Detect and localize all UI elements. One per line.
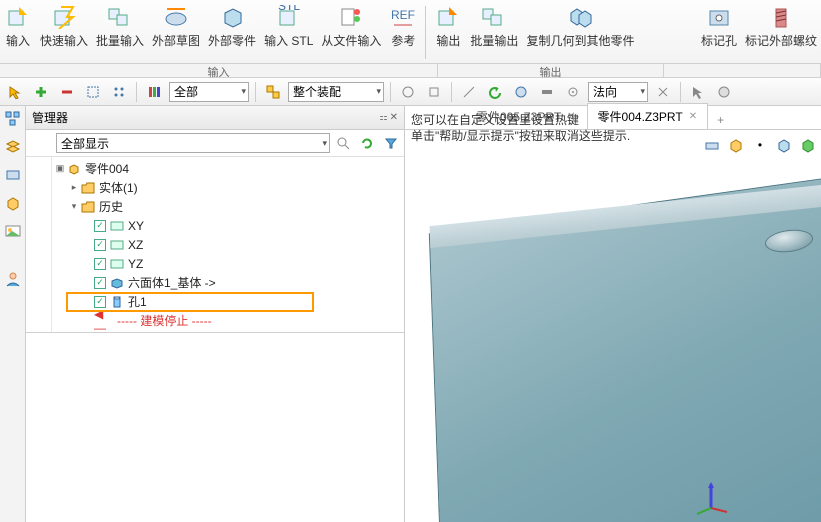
ribbon-groups: 输入 输出 xyxy=(0,64,821,78)
funnel-icon[interactable] xyxy=(380,132,402,154)
expand-icon[interactable]: ▸ xyxy=(68,182,80,193)
tool-d-icon[interactable] xyxy=(510,81,532,103)
vtab-tree-icon[interactable] xyxy=(2,108,24,130)
ribbon: 输入 快速输入 批量输入 外部草图 外部零件 STL输入 STL 从文件输入 R… xyxy=(0,0,821,64)
vtab-box-icon[interactable] xyxy=(2,192,24,214)
part-icon xyxy=(66,161,82,177)
tool-b-icon[interactable] xyxy=(423,81,445,103)
ribbon-import-batch[interactable]: 批量输入 xyxy=(92,2,148,63)
view-tool-b-icon[interactable] xyxy=(727,136,745,154)
manager-close-icon[interactable]: ✕ xyxy=(390,112,398,123)
tree-feature-box[interactable]: ✓ 六面体1_基体 -> xyxy=(52,273,404,292)
direction-dropdown[interactable]: 法向 xyxy=(588,82,648,102)
ribbon-ext-sketch[interactable]: 外部草图 xyxy=(148,2,204,63)
ribbon-import-stl[interactable]: STL输入 STL xyxy=(260,2,317,63)
ribbon-group-output: 输出 xyxy=(438,64,664,77)
hint-text: 您可以在自定义设置里设置热键 单击"帮助/显示提示"按钮来取消这些提示. xyxy=(411,112,630,144)
plane-icon xyxy=(109,256,125,272)
filter-dropdown[interactable]: 全部显示 xyxy=(56,133,330,153)
vtab-view-icon[interactable] xyxy=(2,164,24,186)
remove-icon[interactable] xyxy=(56,81,78,103)
ribbon-import-file[interactable]: 从文件输入 xyxy=(317,2,385,63)
assembly-icon[interactable] xyxy=(262,81,284,103)
vertical-tabs xyxy=(0,106,26,522)
ribbon-group-input: 输入 xyxy=(0,64,438,77)
ribbon-ref[interactable]: REF参考 xyxy=(385,2,421,63)
ribbon-mark-thread[interactable]: 标记外部螺纹 xyxy=(741,2,821,63)
search-icon[interactable] xyxy=(332,132,354,154)
tree-plane-xy[interactable]: ✓ XY xyxy=(52,216,404,235)
undo-icon[interactable] xyxy=(484,81,506,103)
ribbon-export[interactable]: 输出 xyxy=(430,2,466,63)
scope-dropdown[interactable]: 全部 xyxy=(169,82,249,102)
tree-folder-solids[interactable]: ▸ 实体(1) xyxy=(52,178,404,197)
plane-icon xyxy=(109,218,125,234)
add-icon[interactable] xyxy=(30,81,52,103)
tool-h-icon[interactable] xyxy=(713,81,735,103)
checkbox-icon[interactable]: ✓ xyxy=(94,277,106,289)
collapse-icon[interactable]: ▾ xyxy=(68,201,80,212)
ribbon-mark-hole[interactable]: 标记孔 xyxy=(697,2,741,63)
refresh-icon[interactable] xyxy=(356,132,378,154)
tool-f-icon[interactable] xyxy=(562,81,584,103)
ribbon-import-fast[interactable]: 快速输入 xyxy=(36,2,92,63)
svg-text:STL: STL xyxy=(278,5,300,13)
secondary-toolbar: 全部 整个装配 法向 xyxy=(0,78,821,106)
tree-folder-history[interactable]: ▾ 历史 xyxy=(52,197,404,216)
collapse-icon[interactable]: ▣ xyxy=(54,163,66,174)
folder-icon xyxy=(80,180,96,196)
tree-root[interactable]: ▣ 零件004 xyxy=(52,159,404,178)
vtab-image-icon[interactable] xyxy=(2,220,24,242)
checkbox-icon[interactable]: ✓ xyxy=(94,220,106,232)
ribbon-import[interactable]: 输入 xyxy=(0,2,36,63)
close-icon[interactable]: ✕ xyxy=(689,111,697,122)
axis-triad-icon xyxy=(691,478,731,518)
pointer-icon[interactable] xyxy=(4,81,26,103)
view-tools: • xyxy=(703,136,817,154)
canvas[interactable] xyxy=(405,130,821,522)
ribbon-ext-part[interactable]: 外部零件 xyxy=(204,2,260,63)
checkbox-icon[interactable]: ✓ xyxy=(94,258,106,270)
select-points-icon[interactable] xyxy=(108,81,130,103)
model-solid[interactable] xyxy=(429,168,821,522)
manager-opts-icon[interactable]: ⚏ xyxy=(380,112,388,123)
tree-stop[interactable]: ◀— ----- 建模停止 ----- xyxy=(52,311,404,330)
feature-tree: ▣ 零件004 ▸ 实体(1) ▾ 历史 ✓ XY ✓ xyxy=(52,157,404,332)
view-tool-e-icon[interactable] xyxy=(799,136,817,154)
vtab-layers-icon[interactable] xyxy=(2,136,24,158)
svg-text:REF: REF xyxy=(391,8,415,22)
view-tool-c-icon[interactable]: • xyxy=(751,136,769,154)
ribbon-copy-geom[interactable]: 复制几何到其他零件 xyxy=(522,2,638,63)
manager-title-bar: 管理器 ⚏ ✕ xyxy=(26,106,404,130)
viewport[interactable]: 零件005.Z3PRT✕ 零件004.Z3PRT✕ + 您可以在自定义设置里设置… xyxy=(405,106,821,522)
tool-g-icon[interactable] xyxy=(652,81,674,103)
folder-icon xyxy=(80,199,96,215)
manager-filter-bar: 全部显示 xyxy=(26,130,404,157)
assembly-dropdown[interactable]: 整个装配 xyxy=(288,82,384,102)
tree-plane-xz[interactable]: ✓ XZ xyxy=(52,235,404,254)
plane-icon xyxy=(109,237,125,253)
main-area: 管理器 ⚏ ✕ 全部显示 ▣ 零件004 ▸ 实体(1) xyxy=(0,106,821,522)
stop-arrow-icon: ◀— xyxy=(94,313,114,329)
view-tool-a-icon[interactable] xyxy=(703,136,721,154)
pointer2-icon[interactable] xyxy=(687,81,709,103)
vtab-user-icon[interactable] xyxy=(2,268,24,290)
select-rect-icon[interactable] xyxy=(82,81,104,103)
tab-new[interactable]: + xyxy=(708,110,733,129)
tool-a-icon[interactable] xyxy=(397,81,419,103)
checkbox-icon[interactable]: ✓ xyxy=(94,239,106,251)
ribbon-export-batch[interactable]: 批量输出 xyxy=(466,2,522,63)
tree-plane-yz[interactable]: ✓ YZ xyxy=(52,254,404,273)
tool-c-icon[interactable] xyxy=(458,81,480,103)
filter-columns-icon[interactable] xyxy=(143,81,165,103)
manager-panel: 管理器 ⚏ ✕ 全部显示 ▣ 零件004 ▸ 实体(1) xyxy=(26,106,405,522)
tool-e-icon[interactable] xyxy=(536,81,558,103)
box-feature-icon xyxy=(109,275,125,291)
manager-title: 管理器 xyxy=(32,109,68,126)
view-tool-d-icon[interactable] xyxy=(775,136,793,154)
